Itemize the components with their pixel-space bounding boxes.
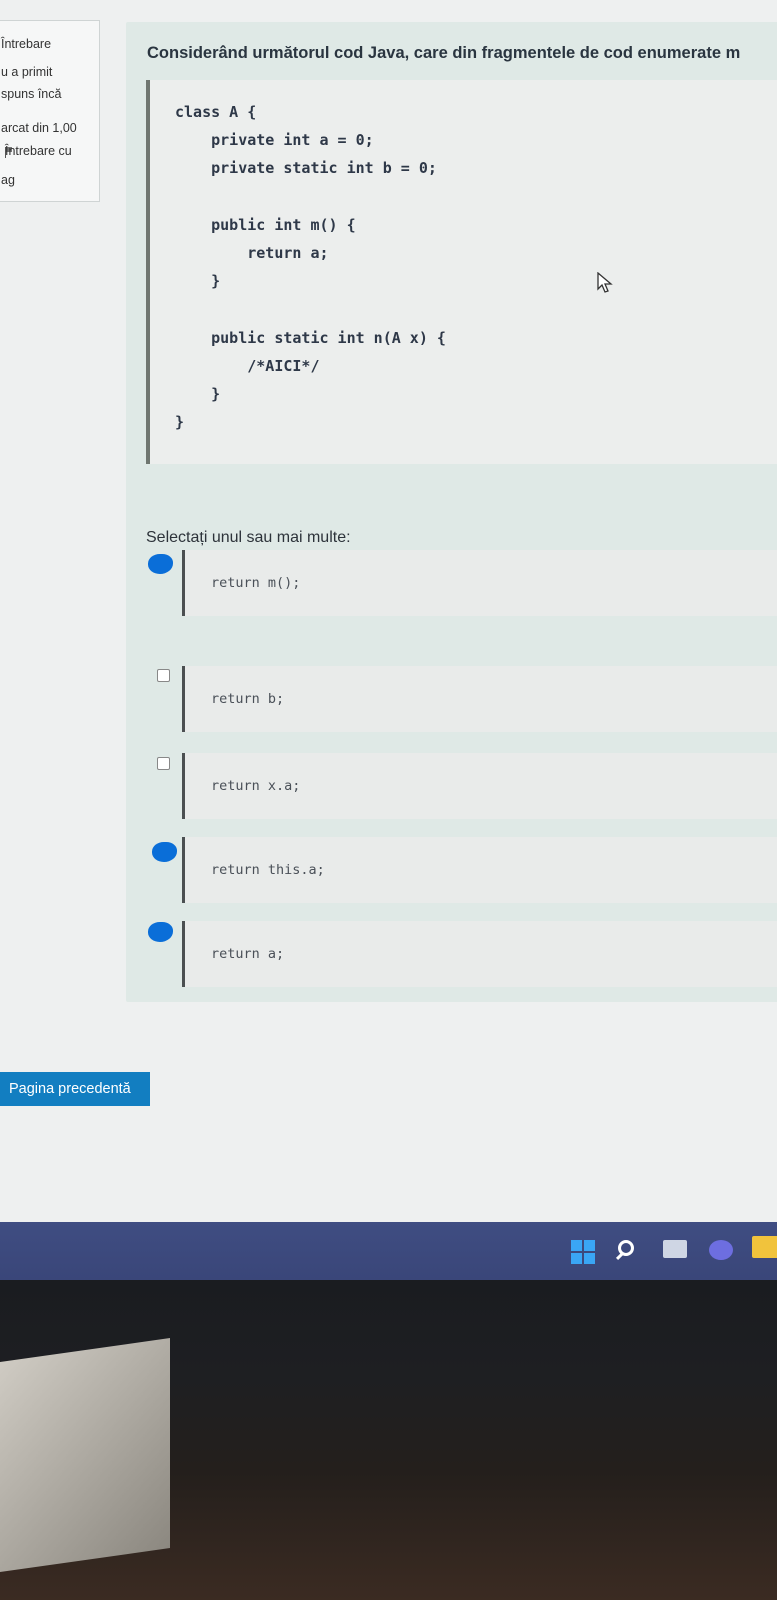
question-card: Considerând următorul cod Java, care din…	[126, 22, 777, 1002]
desk-object	[0, 1338, 170, 1572]
option-code: return a;	[211, 946, 285, 962]
checkbox-option-2[interactable]	[157, 669, 170, 682]
previous-page-button[interactable]: Pagina precedentă	[0, 1072, 150, 1106]
grade-label: arcat din 1,00	[1, 121, 77, 135]
code-block: class A { private int a = 0; private sta…	[146, 80, 777, 464]
answer-status-line-2: spuns încă	[1, 87, 62, 101]
option-code: return this.a;	[211, 862, 325, 878]
checkbox-checked-option-5[interactable]	[148, 922, 173, 942]
mouse-cursor-icon	[597, 272, 613, 293]
checkbox-option-3[interactable]	[157, 757, 170, 770]
option-code: return b;	[211, 691, 285, 707]
answer-option-2[interactable]: return b;	[182, 666, 777, 732]
taskbar	[0, 1222, 777, 1280]
chat-icon[interactable]	[709, 1240, 733, 1260]
answer-option-4[interactable]: return this.a;	[182, 837, 777, 903]
search-icon[interactable]	[618, 1240, 634, 1256]
option-code: return x.a;	[211, 778, 301, 794]
flag-question-label-cont: ag	[1, 173, 15, 187]
windows-start-icon[interactable]	[571, 1240, 595, 1264]
question-info-box: Întrebare u a primit spuns încă arcat di…	[0, 20, 100, 202]
question-number-label: Întrebare	[1, 37, 52, 51]
task-view-icon[interactable]	[663, 1240, 687, 1258]
answer-option-5[interactable]: return a;	[182, 921, 777, 987]
answer-option-3[interactable]: return x.a;	[182, 753, 777, 819]
checkbox-checked-option-1[interactable]	[148, 554, 173, 574]
code-text: class A { private int a = 0; private sta…	[175, 103, 446, 432]
file-explorer-icon[interactable]	[752, 1236, 777, 1258]
flag-question-label: Întrebare cu	[5, 144, 72, 158]
select-prompt: Selectați unul sau mai multe:	[146, 529, 351, 546]
option-code: return m();	[211, 575, 301, 591]
answer-status-line-1: u a primit	[1, 65, 53, 79]
question-title: Considerând următorul cod Java, care din…	[147, 44, 741, 62]
answer-option-1[interactable]: return m();	[182, 550, 777, 616]
checkbox-checked-option-4[interactable]	[152, 842, 177, 862]
